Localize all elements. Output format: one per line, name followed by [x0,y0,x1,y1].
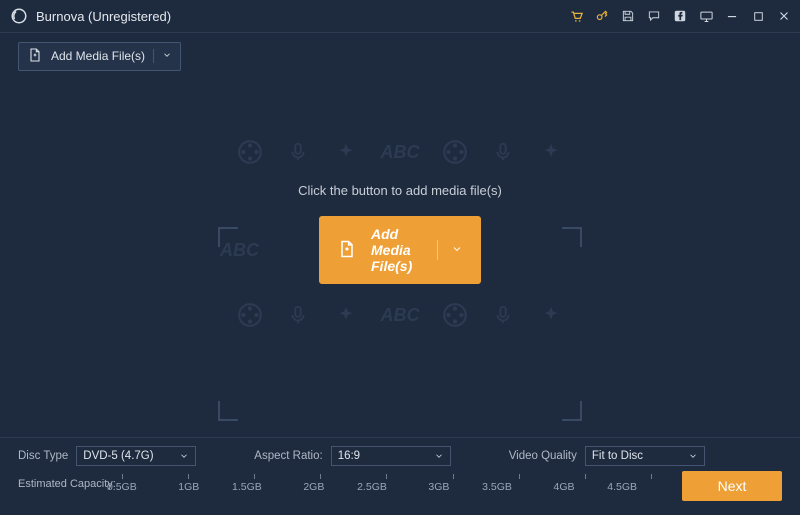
save-icon[interactable] [620,8,636,24]
mic-icon [285,139,311,165]
key-icon[interactable] [594,8,610,24]
maximize-button[interactable] [750,8,766,24]
film-reel-icon [237,302,263,328]
film-reel-icon [237,139,263,165]
capacity-label: Estimated Capacity: [18,478,116,490]
aspect-ratio-field: Aspect Ratio: 16:9 [254,446,450,466]
watermark-row: ABC Add Media File(s) ABC [220,216,580,284]
capacity-scale: 0.5GB1GB1.5GB2GB2.5GB3GB3.5GB4GB4.5GB [122,474,652,494]
next-label: Next [718,478,747,494]
aspect-ratio-label: Aspect Ratio: [254,450,322,462]
facebook-icon[interactable] [672,8,688,24]
film-reel-icon [442,139,468,165]
add-media-button-small[interactable]: Add Media File(s) [18,42,181,71]
disc-type-label: Disc Type [18,450,68,462]
monitor-icon[interactable] [698,8,714,24]
capacity-tick-labels: 0.5GB1GB1.5GB2GB2.5GB3GB3.5GB4GB4.5GB [122,481,652,493]
sparkle-icon [538,139,564,165]
capacity-tick-label: 4.5GB [607,481,637,493]
add-media-button-large[interactable]: Add Media File(s) [319,216,481,284]
chevron-down-icon [179,451,189,461]
title-right [568,8,792,24]
sparkle-icon [333,139,359,165]
drop-corner [562,401,582,421]
file-add-icon [27,47,43,66]
drop-hint: Click the button to add media file(s) [298,183,502,198]
capacity-tick-label: 2GB [303,481,324,493]
video-quality-value: Fit to Disc [592,450,643,462]
chat-icon[interactable] [646,8,662,24]
chevron-down-icon [434,451,444,461]
toolbar: Add Media File(s) [0,33,800,79]
add-media-label: Add Media File(s) [51,49,145,63]
capacity-row: Estimated Capacity: 0.5GB 1GB 1.5GB 2GB 2.5G… [18,474,782,494]
drop-corner [218,401,238,421]
watermark-text: ABC [220,240,259,261]
capacity-tick-label: 3GB [428,481,449,493]
watermark-text: ABC [381,142,420,163]
app-logo-icon [10,7,28,25]
capacity-tick-label: 4GB [553,481,574,493]
sparkle-icon [538,302,564,328]
next-button[interactable]: Next [682,471,782,501]
cart-icon[interactable] [568,8,584,24]
watermark-row: ABC [237,302,564,328]
video-quality-label: Video Quality [509,450,577,462]
disc-type-select[interactable]: DVD-5 (4.7G) [76,446,196,466]
capacity-tick-label: 0.5GB [107,481,137,493]
mic-icon [490,302,516,328]
video-quality-select[interactable]: Fit to Disc [585,446,705,466]
chevron-down-icon [451,242,463,258]
settings-row: Disc Type DVD-5 (4.7G) Aspect Ratio: 16:… [18,446,782,466]
watermark-text: ABC [381,305,420,326]
disc-type-field: Disc Type DVD-5 (4.7G) [18,446,196,466]
aspect-ratio-value: 16:9 [338,450,360,462]
bottom-panel: Disc Type DVD-5 (4.7G) Aspect Ratio: 16:… [0,437,800,515]
disc-type-value: DVD-5 (4.7G) [83,450,153,462]
mic-icon [490,139,516,165]
title-left: Burnova (Unregistered) [10,7,171,25]
mic-icon [285,302,311,328]
capacity-tick-label: 1.5GB [232,481,262,493]
close-button[interactable] [776,8,792,24]
main-area: ABC Click the button to add media file(s… [0,79,800,437]
video-quality-field: Video Quality Fit to Disc [509,446,705,466]
chevron-down-icon [688,451,698,461]
capacity-tick-label: 1GB [178,481,199,493]
app-title: Burnova (Unregistered) [36,9,171,24]
capacity-ticks [122,474,652,480]
watermark-row: ABC [237,139,564,165]
capacity-tick-label: 2.5GB [357,481,387,493]
add-media-label-large: Add Media File(s) [371,226,423,274]
minimize-button[interactable] [724,8,740,24]
sparkle-icon [333,302,359,328]
capacity-tick-label: 3.5GB [482,481,512,493]
chevron-down-icon [153,49,172,63]
film-reel-icon [442,302,468,328]
titlebar: Burnova (Unregistered) [0,0,800,32]
watermark-block: ABC Click the button to add media file(s… [220,139,580,328]
file-add-icon [337,239,357,262]
aspect-ratio-select[interactable]: 16:9 [331,446,451,466]
